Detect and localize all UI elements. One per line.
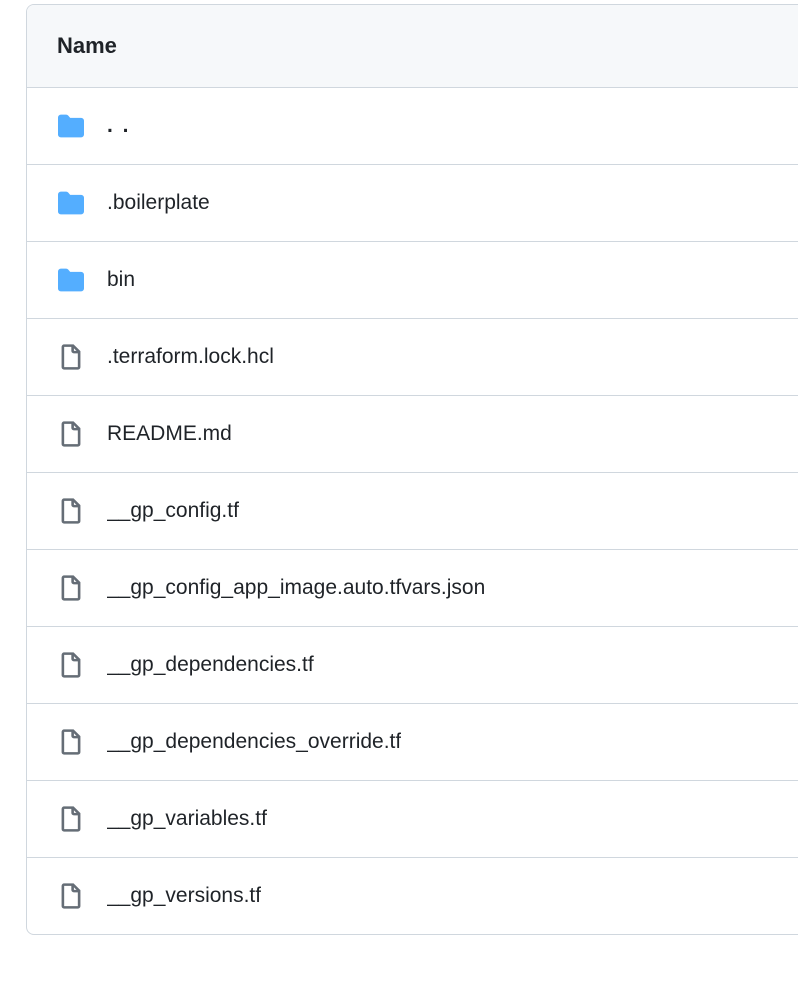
file-name[interactable]: __gp_dependencies.tf bbox=[107, 653, 314, 677]
file-icon bbox=[57, 497, 85, 525]
file-row[interactable]: __gp_dependencies_override.tf bbox=[27, 704, 798, 781]
file-name[interactable]: .boilerplate bbox=[107, 191, 210, 215]
file-row[interactable]: __gp_config.tf bbox=[27, 473, 798, 550]
file-name[interactable]: __gp_config.tf bbox=[107, 499, 239, 523]
folder-row[interactable]: bin bbox=[27, 242, 798, 319]
file-name[interactable]: README.md bbox=[107, 422, 232, 446]
file-name[interactable]: bin bbox=[107, 268, 135, 292]
file-row[interactable]: .terraform.lock.hcl bbox=[27, 319, 798, 396]
column-header-name[interactable]: Name bbox=[57, 33, 117, 58]
file-icon bbox=[57, 728, 85, 756]
file-icon bbox=[57, 882, 85, 910]
file-name[interactable]: __gp_dependencies_override.tf bbox=[107, 730, 401, 754]
file-icon bbox=[57, 343, 85, 371]
file-row[interactable]: __gp_dependencies.tf bbox=[27, 627, 798, 704]
parent-directory-row[interactable]: . . bbox=[27, 88, 798, 165]
file-icon bbox=[57, 420, 85, 448]
file-row[interactable]: __gp_config_app_image.auto.tfvars.json bbox=[27, 550, 798, 627]
file-row[interactable]: __gp_variables.tf bbox=[27, 781, 798, 858]
file-row[interactable]: README.md bbox=[27, 396, 798, 473]
file-list-header: Name bbox=[27, 5, 798, 88]
file-name[interactable]: __gp_config_app_image.auto.tfvars.json bbox=[107, 576, 485, 600]
file-icon bbox=[57, 574, 85, 602]
file-name[interactable]: __gp_versions.tf bbox=[107, 884, 261, 908]
folder-icon bbox=[57, 112, 85, 140]
folder-icon bbox=[57, 189, 85, 217]
file-row[interactable]: __gp_versions.tf bbox=[27, 858, 798, 934]
file-icon bbox=[57, 651, 85, 679]
file-icon bbox=[57, 805, 85, 833]
file-name[interactable]: . . bbox=[107, 114, 131, 138]
folder-icon bbox=[57, 266, 85, 294]
file-name[interactable]: .terraform.lock.hcl bbox=[107, 345, 274, 369]
file-name[interactable]: __gp_variables.tf bbox=[107, 807, 267, 831]
file-list: Name . . .boilerplate bin .terraform.lock.h… bbox=[26, 4, 798, 935]
folder-row[interactable]: .boilerplate bbox=[27, 165, 798, 242]
